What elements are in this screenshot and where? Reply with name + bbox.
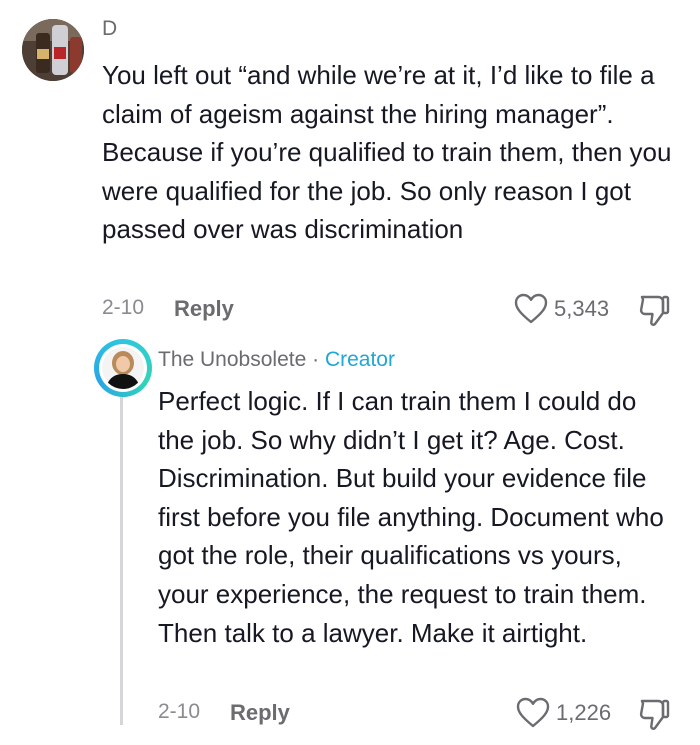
reply-author[interactable]: The Unobsolete xyxy=(158,348,306,371)
reply-button[interactable]: Reply xyxy=(230,700,290,726)
reply-button[interactable]: Reply xyxy=(174,296,234,322)
thumbs-down-icon[interactable] xyxy=(636,293,672,327)
reply-author-line[interactable]: The Unobsolete · Creator xyxy=(158,348,395,372)
comment-text: You left out “and while we’re at it, I’d… xyxy=(102,60,672,245)
reply-date: 2-10 xyxy=(158,700,201,723)
like-count: 5,343 xyxy=(554,296,610,321)
like-count: 1,226 xyxy=(556,700,612,725)
name-separator: · xyxy=(306,348,325,371)
heart-outline-icon[interactable] xyxy=(516,697,550,729)
comment-author[interactable]: D xyxy=(102,17,117,41)
reply-text: Perfect logic. If I can train them I cou… xyxy=(158,386,664,648)
avatar[interactable] xyxy=(22,19,84,81)
comment-date: 2-10 xyxy=(102,296,145,319)
avatar[interactable] xyxy=(102,347,144,389)
thumbs-down-icon[interactable] xyxy=(636,697,672,731)
heart-outline-icon[interactable] xyxy=(514,293,548,325)
thread-line xyxy=(120,395,123,725)
creator-badge: Creator xyxy=(324,348,395,371)
